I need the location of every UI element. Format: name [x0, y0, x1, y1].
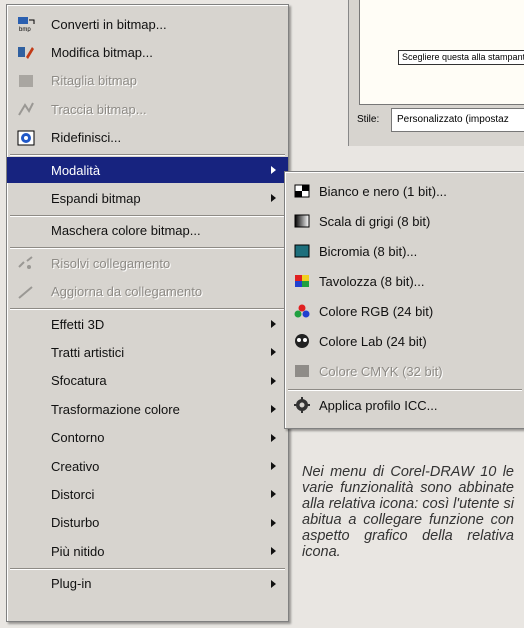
menu-item-label: Modalità: [51, 162, 101, 178]
menu-item-sfocatura[interactable]: Sfocatura: [7, 368, 288, 394]
submenu-item-label: Colore RGB (24 bit): [319, 303, 434, 319]
menu-separator: [10, 567, 285, 570]
menu-separator: [10, 308, 285, 310]
menu-item-label: Maschera colore bitmap...: [51, 223, 201, 239]
submenu-item-bicromia-8-bit[interactable]: Bicromia (8 bit)...: [285, 238, 524, 264]
submenu-arrow-icon: [271, 405, 276, 414]
submenu-item-applica-profilo-icc[interactable]: Applica profilo ICC...: [285, 392, 524, 418]
submenu-arrow-icon: [271, 490, 276, 499]
grayscale-icon: [293, 213, 311, 229]
menu-item-plug-in[interactable]: Plug-in: [7, 571, 288, 597]
menu-item-contorno[interactable]: Contorno: [7, 425, 288, 451]
submenu-item-bianco-e-nero-1-bit[interactable]: Bianco e nero (1 bit)...: [285, 178, 524, 204]
cmyk-icon: [293, 363, 311, 379]
submenu-item-label: Bianco e nero (1 bit)...: [319, 183, 447, 199]
duotone-icon: [293, 243, 311, 259]
rgb-icon: [293, 303, 311, 319]
menu-item-tratti-artistici[interactable]: Tratti artistici: [7, 339, 288, 365]
stile-dropdown[interactable]: Personalizzato (impostaz: [391, 108, 524, 132]
menu-item-label: Più nitido: [51, 543, 105, 559]
menu-item-label: Tratti artistici: [51, 344, 125, 360]
menu-item-label: Contorno: [51, 430, 105, 446]
menu-item-creativo[interactable]: Creativo: [7, 453, 288, 479]
menu-item-label: Trasformazione colore: [51, 401, 180, 417]
submenu-item-label: Colore Lab (24 bit): [319, 333, 427, 349]
palette-icon: [293, 273, 311, 289]
print-dialog-fragment: Scegliere questa alla stampante c l'outp…: [348, 0, 524, 146]
submenu-item-label: Applica profilo ICC...: [319, 397, 438, 413]
menu-separator: [10, 214, 285, 217]
menu-item-ridefinisci[interactable]: Ridefinisci...: [7, 125, 288, 151]
menu-item-maschera-colore-bitmap[interactable]: Maschera colore bitmap...: [7, 218, 288, 244]
submenu-item-tavolozza-8-bit[interactable]: Tavolozza (8 bit)...: [285, 268, 524, 294]
crop-bitmap-icon: [17, 73, 35, 89]
menu-separator: [10, 154, 285, 156]
menu-item-label: Distorci: [51, 486, 95, 502]
print-preview-area: Scegliere questa alla stampante c l'outp…: [359, 0, 524, 105]
resample-icon: [17, 130, 35, 146]
menu-item-ritaglia-bitmap: Ritaglia bitmap: [7, 68, 288, 94]
menu-item-label: Aggiorna da collegamento: [51, 284, 203, 300]
menu-item-label: Sfocatura: [51, 373, 107, 389]
menu-item-effetti-3d[interactable]: Effetti 3D: [7, 311, 288, 337]
submenu-item-label: Bicromia (8 bit)...: [319, 243, 418, 259]
menu-item-distorci[interactable]: Distorci: [7, 481, 288, 507]
menu-item-converti-in-bitmap[interactable]: bmp Converti in bitmap...: [7, 11, 288, 37]
submenu-arrow-icon: [271, 376, 276, 385]
menu-separator: [10, 247, 285, 250]
submenu-item-label: Colore CMYK (32 bit): [319, 363, 443, 379]
submenu-arrow-icon: [271, 166, 276, 174]
break-link-icon: [17, 255, 35, 271]
svg-text:bmp: bmp: [19, 27, 31, 32]
menu-item-label: Espandi bitmap: [51, 190, 141, 206]
bitmap-convert-icon: bmp: [17, 16, 35, 32]
menu-item-label: Modifica bitmap...: [51, 44, 153, 60]
submenu-item-scala-di-grigi-8-bit[interactable]: Scala di grigi (8 bit): [285, 208, 524, 234]
menu-item-più-nitido[interactable]: Più nitido: [7, 538, 288, 564]
menu-item-label: Plug-in: [51, 576, 92, 592]
modalita-submenu: Bianco e nero (1 bit)... Scala di grigi (…: [284, 171, 524, 429]
menu-item-label: Traccia bitmap...: [51, 101, 147, 117]
menu-separator: [288, 389, 522, 391]
menu-item-traccia-bitmap: Traccia bitmap...: [7, 96, 288, 122]
submenu-arrow-icon: [271, 194, 276, 203]
icc-profile-icon: [293, 397, 311, 413]
submenu-item-colore-lab-24-bit[interactable]: Colore Lab (24 bit): [285, 328, 524, 354]
menu-item-label: Disturbo: [51, 515, 100, 531]
menu-item-espandi-bitmap[interactable]: Espandi bitmap: [7, 185, 288, 211]
menu-item-label: Risolvi collegamento: [51, 255, 171, 271]
submenu-item-label: Tavolozza (8 bit)...: [319, 273, 425, 289]
menu-item-modifica-bitmap[interactable]: Modifica bitmap...: [7, 39, 288, 65]
submenu-arrow-icon: [271, 547, 276, 556]
menu-item-label: Effetti 3D: [51, 316, 105, 332]
submenu-arrow-icon: [271, 579, 276, 588]
trace-bitmap-icon: [17, 101, 35, 117]
menu-item-trasformazione-colore[interactable]: Trasformazione colore: [7, 396, 288, 422]
stile-label: Stile:: [357, 114, 380, 125]
bitmap-edit-icon: [17, 44, 35, 60]
black-white-icon: [293, 183, 311, 199]
lab-icon: [293, 333, 311, 349]
menu-item-label: Creativo: [51, 458, 100, 474]
menu-item-modalità[interactable]: Modalità: [7, 157, 288, 183]
menu-item-aggiorna-da-collegamento: Aggiorna da collegamento: [7, 279, 288, 305]
figure-caption: Nei menu di Corel-DRAW 10 le varie funzi…: [302, 464, 514, 560]
submenu-arrow-icon: [271, 348, 276, 357]
submenu-item-label: Scala di grigi (8 bit): [319, 213, 431, 229]
menu-item-disturbo[interactable]: Disturbo: [7, 510, 288, 536]
menu-item-label: Converti in bitmap...: [51, 16, 167, 32]
submenu-arrow-icon: [271, 320, 276, 328]
update-link-icon: [17, 284, 35, 300]
menu-item-label: Ridefinisci...: [51, 130, 122, 146]
menu-item-risolvi-collegamento: Risolvi collegamento: [7, 250, 288, 276]
dialog-note-text: Scegliere questa alla stampante c l'outp…: [398, 50, 524, 65]
submenu-item-colore-cmyk-32-bit: Colore CMYK (32 bit): [285, 358, 524, 384]
submenu-arrow-icon: [271, 433, 276, 442]
menu-item-label: Ritaglia bitmap: [51, 73, 137, 89]
submenu-arrow-icon: [271, 518, 276, 527]
submenu-arrow-icon: [271, 462, 276, 470]
bitmap-menu: bmp Converti in bitmap... Modifica bitmap.…: [6, 4, 289, 622]
submenu-item-colore-rgb-24-bit[interactable]: Colore RGB (24 bit): [285, 298, 524, 324]
